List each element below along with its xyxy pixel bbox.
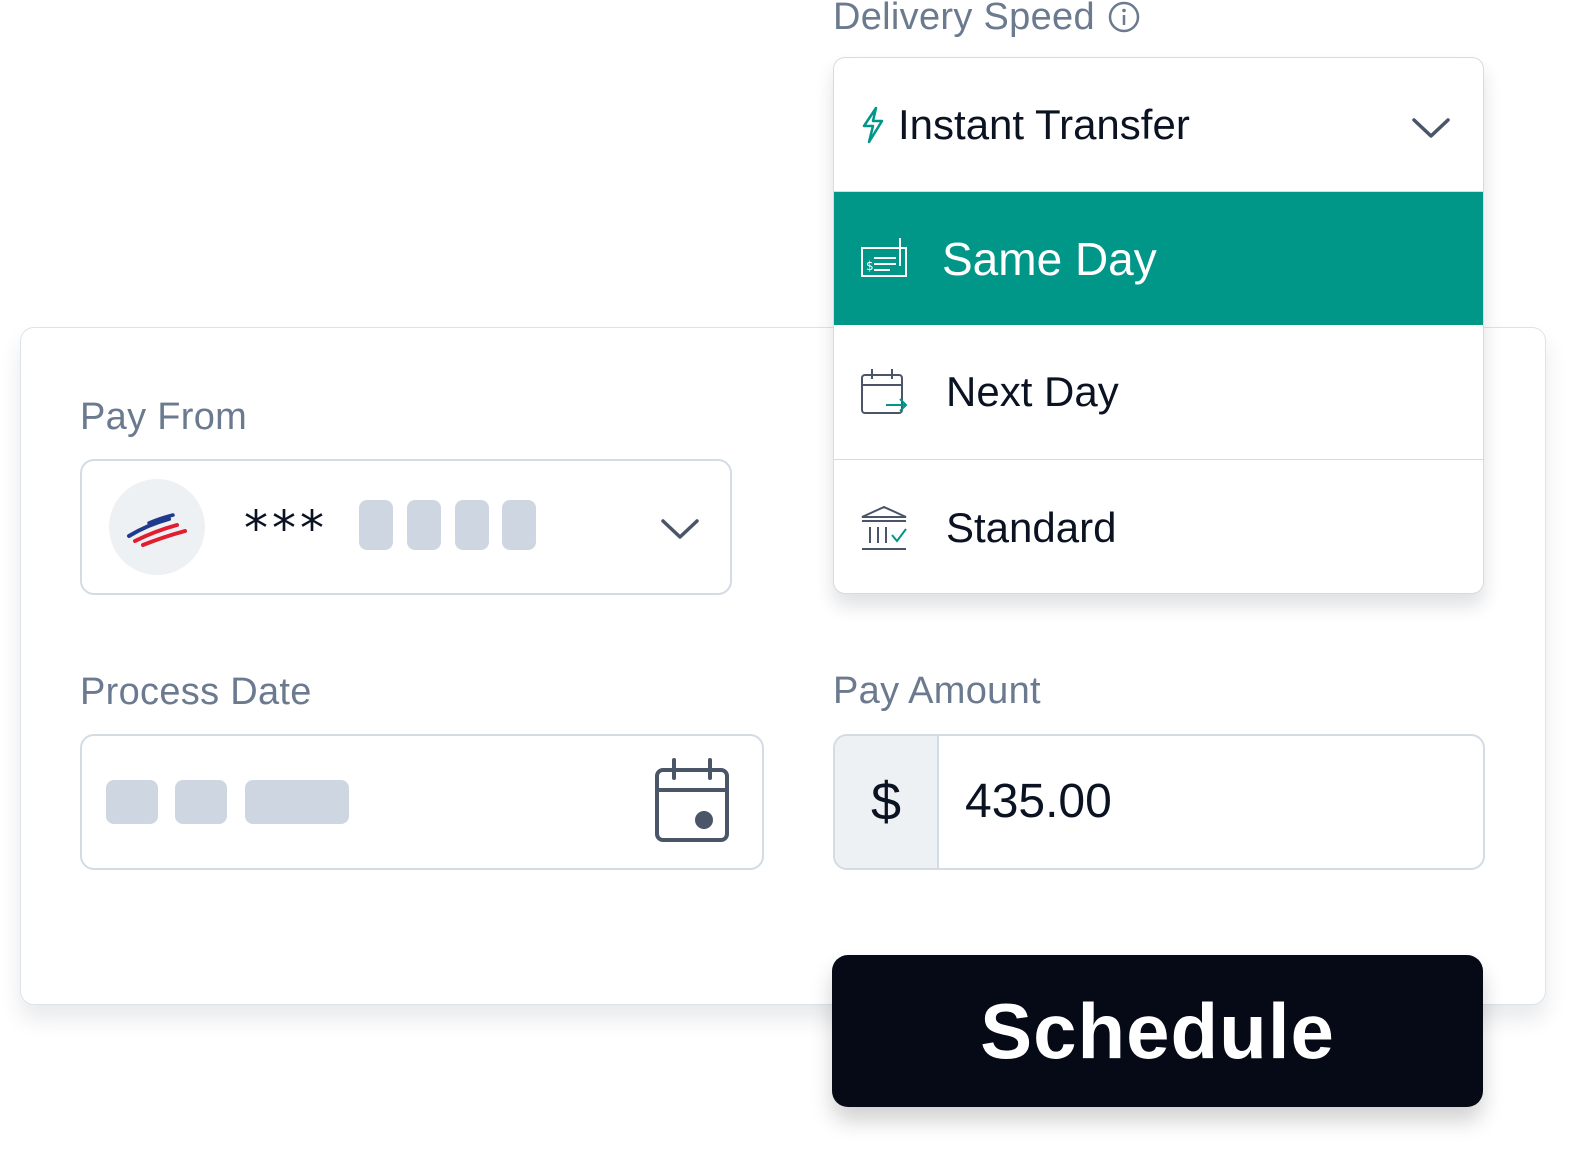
pay-amount-label: Pay Amount	[833, 670, 1041, 712]
account-digit-mask	[455, 500, 489, 550]
pay-amount-value[interactable]: 435.00	[965, 774, 1112, 829]
account-digit-mask	[359, 500, 393, 550]
account-digit-mask	[407, 500, 441, 550]
bank-logo	[109, 479, 205, 575]
pay-from-select[interactable]: ***	[80, 459, 732, 595]
account-mask: ***	[244, 501, 328, 557]
check-icon: $	[861, 237, 907, 277]
delivery-speed-dropdown[interactable]: Instant Transfer $ Same Day Next Day Sta…	[833, 57, 1484, 594]
chevron-down-icon	[1412, 118, 1450, 138]
info-icon[interactable]	[1107, 0, 1141, 34]
dropdown-option-standard[interactable]: Standard	[834, 460, 1483, 593]
calendar-arrow-icon	[861, 369, 908, 414]
dropdown-option-next-day[interactable]: Next Day	[834, 325, 1483, 460]
dropdown-option-label: Same Day	[942, 232, 1157, 285]
delivery-speed-label-text: Delivery Speed	[833, 0, 1095, 38]
dropdown-option-label: Next Day	[946, 368, 1119, 415]
pay-amount-field[interactable]: $ 435.00	[833, 734, 1485, 870]
currency-prefix: $	[835, 736, 939, 868]
delivery-speed-label: Delivery Speed	[833, 0, 1141, 36]
account-digit-mask	[502, 500, 536, 550]
lightning-icon	[862, 106, 884, 143]
date-day-mask	[175, 780, 227, 824]
bank-icon	[861, 505, 907, 550]
process-date-field[interactable]	[80, 734, 764, 870]
date-month-mask	[106, 780, 158, 824]
calendar-icon[interactable]	[652, 756, 732, 846]
process-date-label: Process Date	[80, 671, 312, 713]
currency-symbol: $	[870, 772, 902, 832]
delivery-speed-selected-text: Instant Transfer	[898, 100, 1190, 148]
dropdown-option-same-day[interactable]: $ Same Day	[834, 192, 1483, 325]
dropdown-option-label: Standard	[946, 503, 1117, 551]
svg-text:$: $	[866, 259, 874, 273]
pay-from-label: Pay From	[80, 396, 248, 438]
chevron-down-icon	[661, 519, 699, 539]
delivery-speed-selected[interactable]: Instant Transfer	[834, 58, 1483, 192]
schedule-button[interactable]: Schedule	[832, 955, 1483, 1107]
bank-of-america-logo-icon	[127, 513, 187, 547]
date-year-mask	[245, 780, 349, 824]
